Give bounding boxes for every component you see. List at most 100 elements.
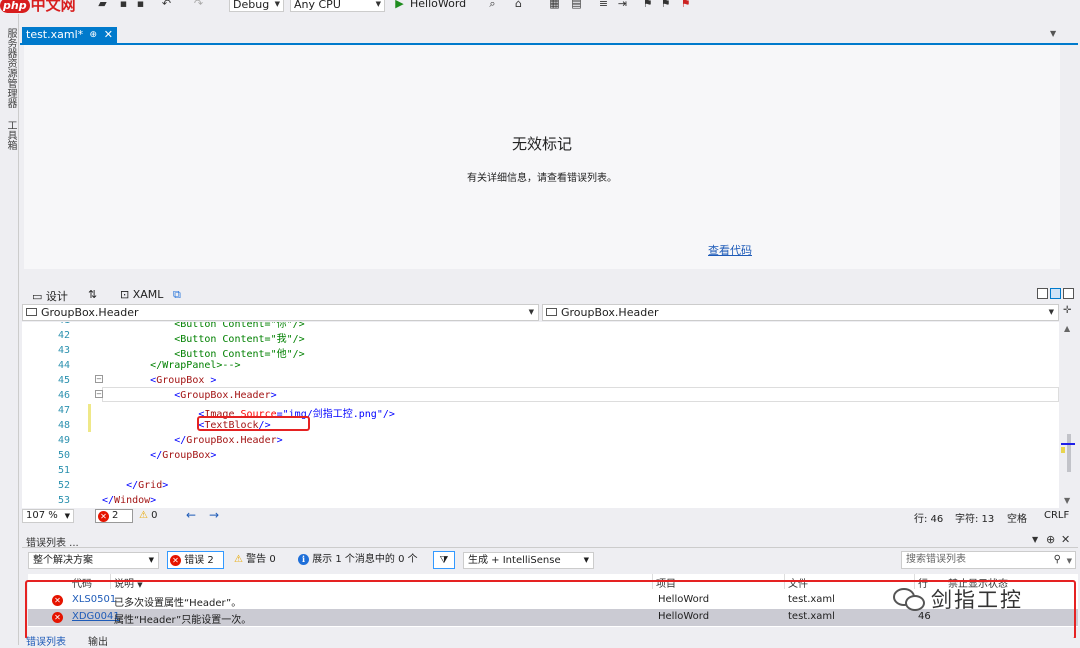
run-button-label[interactable]: HelloWord (410, 0, 466, 10)
code-token: <Button Content="你"/> (174, 322, 305, 330)
scroll-down-arrow[interactable]: ▼ (1064, 496, 1070, 505)
redo-icon[interactable]: ↷ (192, 0, 205, 10)
collapse-pane-button[interactable] (1063, 288, 1074, 299)
panel-close-icon[interactable]: ✕ (1061, 533, 1070, 546)
pin-icon[interactable]: ⊕ (89, 27, 97, 43)
element-nav-dropdown-right[interactable]: GroupBox.Header ▼ (542, 304, 1059, 321)
line-number: 53 (57, 495, 70, 506)
popout-xaml-icon[interactable]: ⧉ (173, 288, 181, 302)
configuration-dropdown[interactable]: Debug ▼ (229, 0, 284, 12)
view-code-link[interactable]: 查看代码 (708, 242, 752, 258)
filter-toggle-icon[interactable]: ⧩ (433, 551, 455, 569)
bookmark-icon[interactable]: ⚑ (641, 0, 654, 10)
code-token: <Button Content="我"/> (174, 334, 305, 345)
scroll-thumb[interactable] (1067, 434, 1071, 472)
errors-filter-button[interactable]: ✕ 错误 2 (167, 551, 224, 569)
zoom-value: 107 % (26, 510, 58, 521)
scroll-up-arrow[interactable]: ▲ (1064, 324, 1070, 333)
xaml-icon: ⊡ (120, 288, 130, 301)
code-line: </GroupBox> (102, 450, 216, 461)
vertical-split-button[interactable] (1037, 288, 1048, 299)
tab-xaml[interactable]: ⊡ XAML (120, 288, 163, 301)
wechat-icon (893, 585, 927, 613)
element-nav-dropdown-left[interactable]: GroupBox.Header ▼ (22, 304, 539, 321)
nav-forward-icon[interactable]: → (209, 508, 219, 522)
panel-menu-icon[interactable]: ▼ (1032, 535, 1038, 544)
code-line: <Button Content="我"/> (102, 330, 305, 345)
invalid-markup-title: 无效标记 (511, 135, 572, 153)
align-icon[interactable]: ≡ (597, 0, 610, 10)
warnings-filter-button[interactable]: ⚠ 警告 0 (232, 551, 288, 569)
change-marker (1061, 447, 1065, 453)
code-token: </ (102, 495, 115, 506)
bottom-tab-output[interactable]: 输出 (88, 638, 108, 648)
close-icon[interactable]: ✕ (104, 27, 113, 43)
whitespace-mode[interactable]: 空格 (1007, 510, 1027, 525)
search-error-list[interactable]: 搜索错误列表 ⚲ ▼ (901, 551, 1076, 569)
bookmark-clear-icon[interactable]: ⚑ (679, 0, 692, 10)
code-token: > (204, 375, 217, 386)
warning-count: 0 (151, 510, 158, 521)
element-icon (546, 308, 557, 316)
document-tab-test-xaml[interactable]: test.xaml* ⊕ ✕ (22, 27, 117, 43)
undo-icon[interactable]: ↶ (160, 0, 173, 10)
save-icon[interactable]: ▪ (117, 0, 130, 10)
warning-count-indicator[interactable]: ⚠ 0 (139, 510, 158, 521)
build-source-dropdown[interactable]: 生成 + IntelliSense ▼ (463, 552, 594, 569)
bottom-tab-bar (22, 638, 1078, 645)
code-line: </GroupBox.Header> (102, 435, 282, 446)
code-line: </WrapPanel>--> (102, 360, 240, 371)
horizontal-split-button[interactable] (1050, 288, 1061, 299)
bookmark-prev-icon[interactable]: ⚑ (659, 0, 672, 10)
code-token: GroupBox.Header (186, 435, 277, 446)
nav-back-icon[interactable]: ← (186, 508, 196, 522)
editor-vertical-scrollbar[interactable]: ▲ ▼ (1059, 322, 1078, 508)
design-icon: ▭ (32, 290, 43, 303)
code-token: </ (150, 450, 163, 461)
tab-list-dropdown-icon[interactable]: ▼ (1050, 29, 1056, 38)
line-number: 50 (57, 450, 70, 461)
swap-panes-icon[interactable]: ⇅ (88, 288, 97, 301)
find-icon[interactable]: ⌕ (486, 0, 499, 10)
code-token: GroupBox (156, 375, 205, 386)
messages-filter-label: 展示 1 个消息中的 0 个 (312, 554, 418, 565)
platform-dropdown[interactable]: Any CPU ▼ (290, 0, 385, 12)
play-icon[interactable]: ▶ (393, 0, 406, 10)
messages-filter-button[interactable]: i 展示 1 个消息中的 0 个 (296, 551, 429, 569)
eol-mode[interactable]: CRLF (1044, 510, 1069, 521)
search-options-icon[interactable]: ▼ (1067, 553, 1072, 569)
grid-icon[interactable]: ▤ (570, 0, 583, 10)
save-all-icon[interactable]: ▪ (134, 0, 147, 10)
zoom-dropdown[interactable]: 107 % ▼ (22, 509, 74, 523)
warnings-filter-label: 警告 0 (246, 554, 276, 565)
error-count: 2 (112, 510, 119, 521)
search-placeholder: 搜索错误列表 (906, 554, 966, 565)
error-count-indicator[interactable]: ✕ 2 (95, 509, 133, 523)
element-nav-left-value: GroupBox.Header (41, 306, 139, 319)
code-token: > (162, 480, 169, 491)
tab-design[interactable]: ▭ 设计 (32, 288, 68, 304)
caret-position-marker (1061, 443, 1075, 445)
indent-icon[interactable]: ⇥ (616, 0, 629, 10)
scope-dropdown[interactable]: 整个解决方案 ▼ (28, 552, 159, 569)
server-explorer-tab[interactable]: 服务器资源管理器 (3, 28, 18, 108)
panel-pin-icon[interactable]: ⊕ (1046, 533, 1055, 546)
left-tool-strip (0, 14, 19, 645)
home-icon[interactable]: ⌂ (512, 0, 525, 10)
bottom-tab-error-list[interactable]: 错误列表 (26, 638, 66, 648)
xaml-code-editor[interactable]: − − 41 <Button Content="你"/>42 <Button C… (22, 322, 1059, 508)
open-folder-icon[interactable]: ▰ (96, 0, 109, 10)
layout-icon[interactable]: ▦ (548, 0, 561, 10)
code-line: <GroupBox > (102, 375, 216, 386)
split-editor-icon[interactable]: ✛ (1063, 305, 1071, 316)
toolbox-tab[interactable]: 工具箱 (3, 120, 18, 150)
logo-cn: 中文网 (30, 0, 76, 14)
error-icon: ✕ (170, 555, 181, 566)
highlight-textblock-box (197, 416, 310, 431)
